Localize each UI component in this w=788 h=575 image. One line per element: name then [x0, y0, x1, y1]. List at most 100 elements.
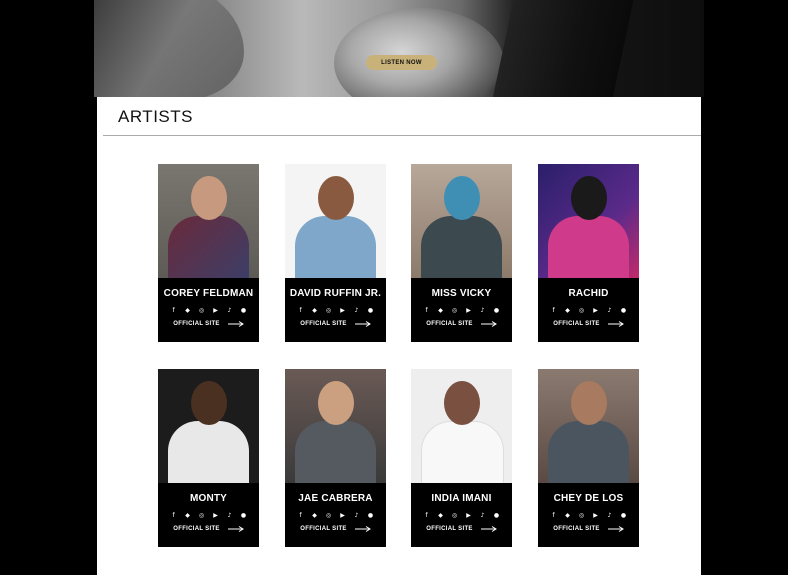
instagram-icon[interactable]: ◎ — [577, 511, 587, 520]
facebook-icon[interactable]: f — [422, 306, 432, 315]
arrow-right-icon — [480, 526, 497, 532]
official-site-link[interactable]: OFFICIAL SITE — [300, 321, 371, 327]
official-site-label: OFFICIAL SITE — [173, 526, 220, 532]
artist-photo[interactable] — [285, 369, 386, 483]
spotify-icon[interactable]: ● — [492, 306, 502, 315]
youtube-icon[interactable]: ▶ — [338, 306, 348, 315]
spotify-icon[interactable]: ● — [492, 511, 502, 520]
artist-name: DAVID RUFFIN JR. — [289, 288, 382, 299]
instagram-icon[interactable]: ◎ — [450, 511, 460, 520]
official-site-link[interactable]: OFFICIAL SITE — [426, 526, 497, 532]
artist-photo[interactable] — [538, 164, 639, 278]
spotify-icon[interactable]: ● — [366, 306, 376, 315]
listen-now-button[interactable]: LISTEN NOW — [366, 55, 437, 70]
tiktok-icon[interactable]: ♪ — [478, 306, 488, 315]
hero-banner: LISTEN NOW — [94, 0, 704, 97]
twitter-icon[interactable]: ◆ — [183, 306, 193, 315]
instagram-icon[interactable]: ◎ — [324, 306, 334, 315]
official-site-label: OFFICIAL SITE — [173, 321, 220, 327]
facebook-icon[interactable]: f — [549, 306, 559, 315]
facebook-icon[interactable]: f — [422, 511, 432, 520]
instagram-icon[interactable]: ◎ — [324, 511, 334, 520]
artist-photo[interactable] — [158, 369, 259, 483]
arrow-right-icon — [354, 526, 371, 532]
tiktok-icon[interactable]: ♪ — [225, 306, 235, 315]
official-site-label: OFFICIAL SITE — [300, 321, 347, 327]
title-divider — [103, 135, 701, 136]
tiktok-icon[interactable]: ♪ — [352, 306, 362, 315]
artist-name: COREY FELDMAN — [163, 288, 254, 299]
artist-photo[interactable] — [411, 164, 512, 278]
instagram-icon[interactable]: ◎ — [450, 306, 460, 315]
facebook-icon[interactable]: f — [169, 511, 179, 520]
youtube-icon[interactable]: ▶ — [464, 306, 474, 315]
youtube-icon[interactable]: ▶ — [338, 511, 348, 520]
artist-card: INDIA IMANI f ◆ ◎ ▶ ♪ ● OFFICIAL SITE — [411, 369, 512, 547]
official-site-link[interactable]: OFFICIAL SITE — [426, 321, 497, 327]
twitter-icon[interactable]: ◆ — [436, 511, 446, 520]
hero-image-hand — [94, 0, 244, 97]
official-site-link[interactable]: OFFICIAL SITE — [553, 526, 624, 532]
facebook-icon[interactable]: f — [296, 511, 306, 520]
instagram-icon[interactable]: ◎ — [197, 306, 207, 315]
arrow-right-icon — [480, 321, 497, 327]
artist-name: RACHID — [568, 288, 609, 299]
youtube-icon[interactable]: ▶ — [211, 306, 221, 315]
youtube-icon[interactable]: ▶ — [211, 511, 221, 520]
official-site-label: OFFICIAL SITE — [426, 526, 473, 532]
artist-card: MISS VICKY f ◆ ◎ ▶ ♪ ● OFFICIAL SITE — [411, 164, 512, 342]
tiktok-icon[interactable]: ♪ — [478, 511, 488, 520]
official-site-link[interactable]: OFFICIAL SITE — [173, 526, 244, 532]
twitter-icon[interactable]: ◆ — [310, 511, 320, 520]
spotify-icon[interactable]: ● — [239, 306, 249, 315]
social-links: f ◆ ◎ ▶ ♪ ● — [422, 306, 502, 315]
official-site-label: OFFICIAL SITE — [553, 526, 600, 532]
artist-name: MONTY — [189, 493, 228, 504]
tiktok-icon[interactable]: ♪ — [225, 511, 235, 520]
spotify-icon[interactable]: ● — [366, 511, 376, 520]
twitter-icon[interactable]: ◆ — [563, 306, 573, 315]
arrow-right-icon — [227, 526, 244, 532]
twitter-icon[interactable]: ◆ — [310, 306, 320, 315]
official-site-link[interactable]: OFFICIAL SITE — [173, 321, 244, 327]
social-links: f ◆ ◎ ▶ ♪ ● — [296, 511, 376, 520]
social-links: f ◆ ◎ ▶ ♪ ● — [296, 306, 376, 315]
tiktok-icon[interactable]: ♪ — [352, 511, 362, 520]
artist-photo[interactable] — [411, 369, 512, 483]
artist-card: MONTY f ◆ ◎ ▶ ♪ ● OFFICIAL SITE — [158, 369, 259, 547]
artist-name: MISS VICKY — [431, 288, 492, 299]
artist-photo[interactable] — [158, 164, 259, 278]
spotify-icon[interactable]: ● — [619, 511, 629, 520]
artists-section: ARTISTS COREY FELDMAN f ◆ ◎ ▶ ♪ ● OFFICI… — [97, 97, 701, 575]
spotify-icon[interactable]: ● — [619, 306, 629, 315]
section-title: ARTISTS — [118, 107, 193, 126]
youtube-icon[interactable]: ▶ — [591, 511, 601, 520]
social-links: f ◆ ◎ ▶ ♪ ● — [549, 511, 629, 520]
artist-card: DAVID RUFFIN JR. f ◆ ◎ ▶ ♪ ● OFFICIAL SI… — [285, 164, 386, 342]
social-links: f ◆ ◎ ▶ ♪ ● — [422, 511, 502, 520]
instagram-icon[interactable]: ◎ — [577, 306, 587, 315]
facebook-icon[interactable]: f — [549, 511, 559, 520]
facebook-icon[interactable]: f — [296, 306, 306, 315]
artist-card: RACHID f ◆ ◎ ▶ ♪ ● OFFICIAL SITE — [538, 164, 639, 342]
youtube-icon[interactable]: ▶ — [464, 511, 474, 520]
hero-image-hair — [334, 8, 504, 97]
official-site-label: OFFICIAL SITE — [553, 321, 600, 327]
arrow-right-icon — [227, 321, 244, 327]
artist-photo[interactable] — [285, 164, 386, 278]
arrow-right-icon — [607, 321, 624, 327]
official-site-link[interactable]: OFFICIAL SITE — [553, 321, 624, 327]
arrow-right-icon — [354, 321, 371, 327]
twitter-icon[interactable]: ◆ — [563, 511, 573, 520]
spotify-icon[interactable]: ● — [239, 511, 249, 520]
youtube-icon[interactable]: ▶ — [591, 306, 601, 315]
facebook-icon[interactable]: f — [169, 306, 179, 315]
social-links: f ◆ ◎ ▶ ♪ ● — [169, 511, 249, 520]
instagram-icon[interactable]: ◎ — [197, 511, 207, 520]
official-site-link[interactable]: OFFICIAL SITE — [300, 526, 371, 532]
twitter-icon[interactable]: ◆ — [183, 511, 193, 520]
twitter-icon[interactable]: ◆ — [436, 306, 446, 315]
artist-photo[interactable] — [538, 369, 639, 483]
tiktok-icon[interactable]: ♪ — [605, 511, 615, 520]
tiktok-icon[interactable]: ♪ — [605, 306, 615, 315]
